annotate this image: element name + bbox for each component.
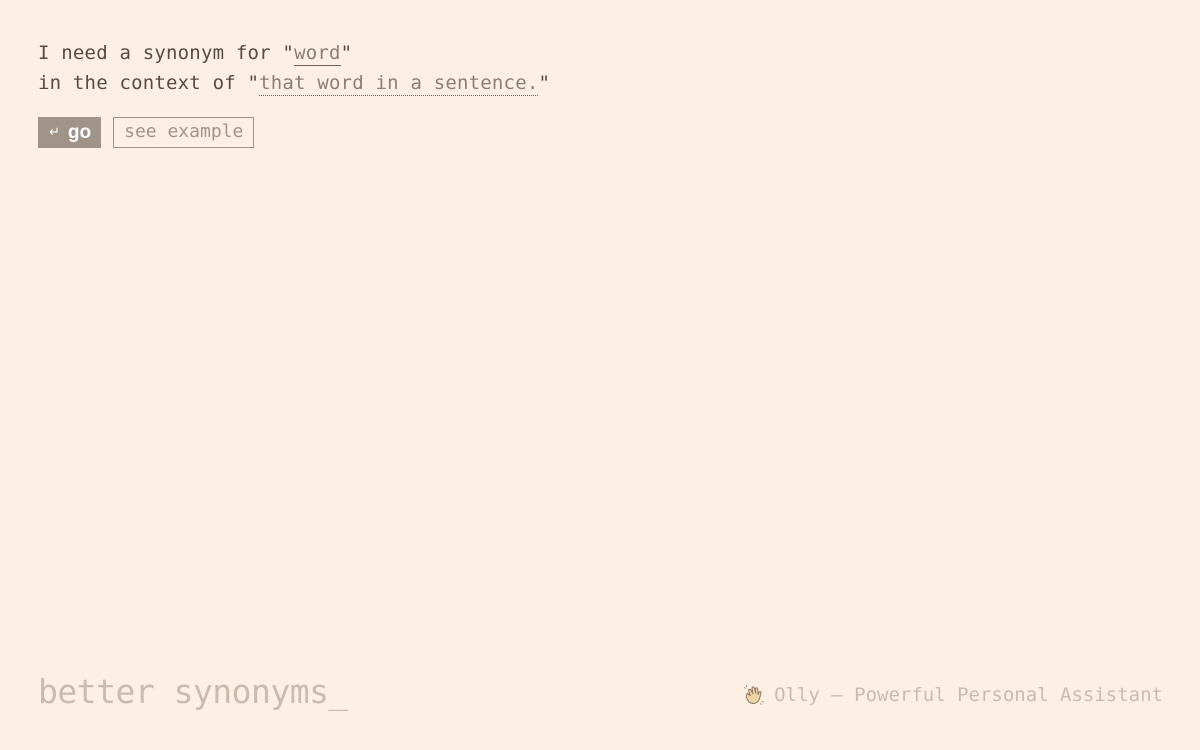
word-input[interactable]: word [294, 42, 341, 66]
synonym-prompt: I need a synonym for "word" in the conte… [38, 38, 550, 98]
waving-hand-icon [744, 685, 764, 705]
prompt-prefix-text: I need a synonym for " [38, 42, 295, 64]
context-quote-text: " [538, 72, 551, 94]
promo-text: Olly – Powerful Personal Assistant [774, 684, 1163, 706]
context-prefix-text: in the context of " [38, 72, 260, 94]
action-buttons: ↵ go see example [38, 117, 255, 148]
go-button-label: go [67, 121, 92, 143]
brand-logo: better synonyms_ [38, 672, 348, 711]
olly-promo-link[interactable]: Olly – Powerful Personal Assistant [743, 684, 1163, 706]
prompt-line-context: in the context of "that word in a senten… [38, 68, 550, 98]
prompt-quote-text: " [340, 42, 353, 64]
go-button[interactable]: ↵ go [38, 117, 102, 148]
enter-icon: ↵ [49, 125, 60, 140]
context-input[interactable]: that word in a sentence. [259, 72, 539, 96]
see-example-button[interactable]: see example [113, 117, 255, 148]
prompt-line-word: I need a synonym for "word" [38, 38, 550, 68]
